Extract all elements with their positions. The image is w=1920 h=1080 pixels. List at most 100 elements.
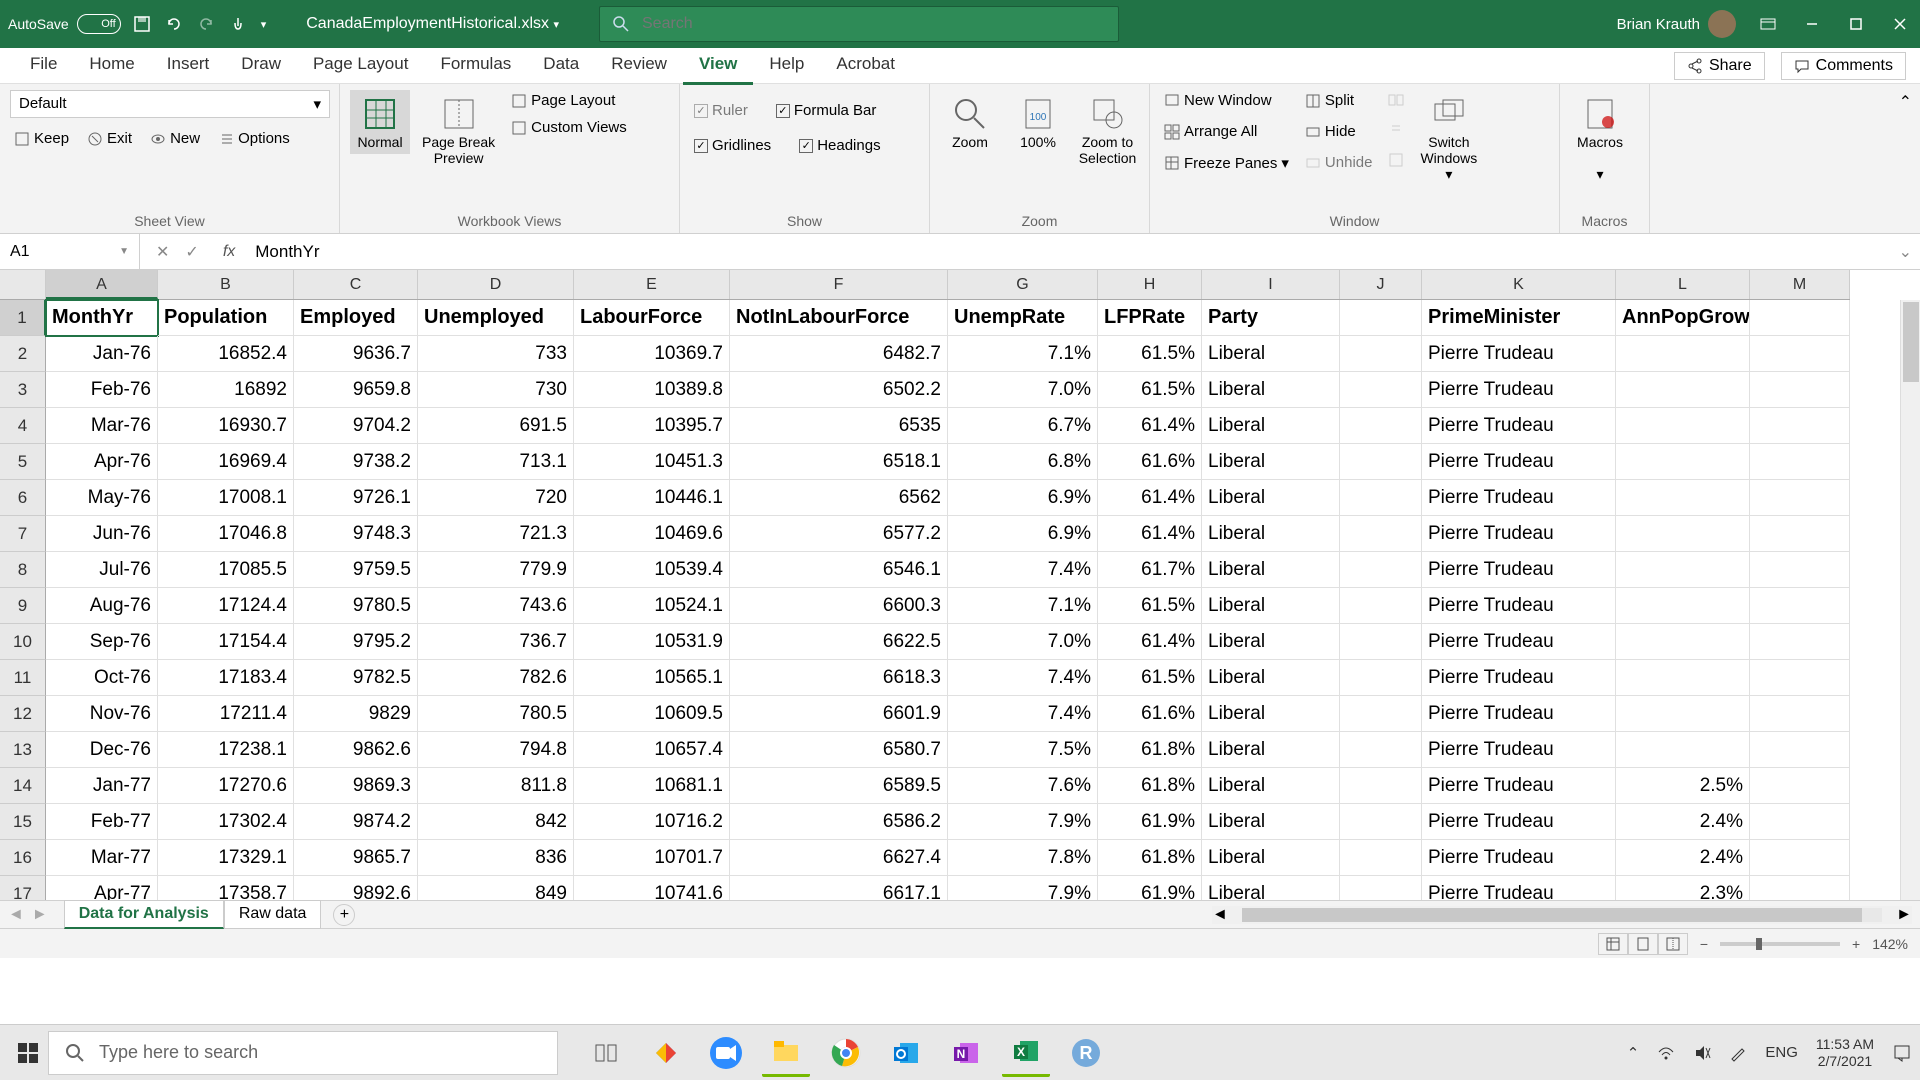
- prev-sheet-icon[interactable]: ◄: [8, 906, 24, 924]
- taskbar-search[interactable]: Type here to search: [48, 1031, 558, 1075]
- undo-icon[interactable]: [165, 15, 183, 33]
- column-header[interactable]: K: [1422, 270, 1616, 299]
- cell[interactable]: 720: [418, 480, 574, 516]
- freeze-panes-button[interactable]: Freeze Panes ▾: [1160, 152, 1293, 174]
- cell[interactable]: 6518.1: [730, 444, 948, 480]
- column-header[interactable]: H: [1098, 270, 1202, 299]
- cell[interactable]: 10395.7: [574, 408, 730, 444]
- cell[interactable]: 9874.2: [294, 804, 418, 840]
- cell[interactable]: 10701.7: [574, 840, 730, 876]
- sheet-view-dropdown[interactable]: Default▾: [10, 90, 330, 118]
- cell[interactable]: 9862.6: [294, 732, 418, 768]
- cell[interactable]: 730: [418, 372, 574, 408]
- chrome-icon[interactable]: [822, 1029, 870, 1077]
- cell[interactable]: Pierre Trudeau: [1422, 840, 1616, 876]
- cell[interactable]: 61.5%: [1098, 336, 1202, 372]
- collapse-ribbon-icon[interactable]: ⌃: [1899, 94, 1912, 111]
- cell[interactable]: Pierre Trudeau: [1422, 336, 1616, 372]
- cell[interactable]: Jul-76: [46, 552, 158, 588]
- cell[interactable]: [1340, 624, 1422, 660]
- cell[interactable]: 10609.5: [574, 696, 730, 732]
- cell[interactable]: 736.7: [418, 624, 574, 660]
- cell[interactable]: [1616, 516, 1750, 552]
- cell[interactable]: [1750, 444, 1850, 480]
- cell[interactable]: NotInLabourForce: [730, 300, 948, 336]
- cell[interactable]: 6589.5: [730, 768, 948, 804]
- column-header[interactable]: D: [418, 270, 574, 299]
- maximize-icon[interactable]: [1844, 12, 1868, 36]
- scroll-left-icon[interactable]: ◄: [1212, 906, 1228, 924]
- cell[interactable]: Pierre Trudeau: [1422, 480, 1616, 516]
- redo-icon[interactable]: [197, 15, 215, 33]
- cell[interactable]: [1750, 660, 1850, 696]
- touch-icon[interactable]: [229, 15, 247, 33]
- cell[interactable]: Pierre Trudeau: [1422, 876, 1616, 900]
- cell[interactable]: 61.4%: [1098, 516, 1202, 552]
- autosave-toggle[interactable]: AutoSave Off: [8, 14, 121, 34]
- cell[interactable]: 9865.7: [294, 840, 418, 876]
- cell[interactable]: 61.6%: [1098, 696, 1202, 732]
- formula-bar-checkbox[interactable]: ✓Formula Bar: [772, 100, 881, 121]
- search-box[interactable]: [599, 6, 1119, 42]
- cell[interactable]: 10531.9: [574, 624, 730, 660]
- cell[interactable]: 9892.6: [294, 876, 418, 900]
- cell[interactable]: 713.1: [418, 444, 574, 480]
- cell[interactable]: Mar-77: [46, 840, 158, 876]
- cell[interactable]: Jan-76: [46, 336, 158, 372]
- cell[interactable]: 6.8%: [948, 444, 1098, 480]
- cell[interactable]: 61.8%: [1098, 840, 1202, 876]
- cell[interactable]: 16969.4: [158, 444, 294, 480]
- cell[interactable]: 10657.4: [574, 732, 730, 768]
- cell[interactable]: 7.4%: [948, 552, 1098, 588]
- cell[interactable]: 10451.3: [574, 444, 730, 480]
- cell[interactable]: Pierre Trudeau: [1422, 804, 1616, 840]
- cell[interactable]: 6.9%: [948, 516, 1098, 552]
- cell[interactable]: [1616, 732, 1750, 768]
- search-input[interactable]: [642, 15, 1106, 33]
- tab-data[interactable]: Data: [527, 46, 595, 85]
- cell[interactable]: 6546.1: [730, 552, 948, 588]
- cell[interactable]: 6535: [730, 408, 948, 444]
- vertical-scrollbar[interactable]: [1900, 300, 1920, 900]
- cell[interactable]: 61.6%: [1098, 444, 1202, 480]
- cell[interactable]: 9704.2: [294, 408, 418, 444]
- save-icon[interactable]: [133, 15, 151, 33]
- cell[interactable]: Pierre Trudeau: [1422, 588, 1616, 624]
- cell[interactable]: [1616, 372, 1750, 408]
- page-layout-view-icon[interactable]: [1628, 933, 1658, 955]
- row-header[interactable]: 8: [0, 552, 46, 588]
- cell[interactable]: 17008.1: [158, 480, 294, 516]
- cell[interactable]: Apr-76: [46, 444, 158, 480]
- notifications-icon[interactable]: [1892, 1043, 1912, 1063]
- page-break-button[interactable]: Page Break Preview: [418, 90, 499, 170]
- clock[interactable]: 11:53 AM 2/7/2021: [1816, 1036, 1874, 1070]
- cell[interactable]: Nov-76: [46, 696, 158, 732]
- cell[interactable]: Oct-76: [46, 660, 158, 696]
- cell[interactable]: [1340, 300, 1422, 336]
- cell[interactable]: AnnPopGrowth: [1616, 300, 1750, 336]
- cell[interactable]: 7.9%: [948, 876, 1098, 900]
- cell[interactable]: 7.4%: [948, 696, 1098, 732]
- cell[interactable]: Liberal: [1202, 768, 1340, 804]
- cell[interactable]: 6502.2: [730, 372, 948, 408]
- cell[interactable]: 10446.1: [574, 480, 730, 516]
- tab-review[interactable]: Review: [595, 46, 683, 85]
- cell[interactable]: 10565.1: [574, 660, 730, 696]
- cell[interactable]: [1616, 480, 1750, 516]
- cell[interactable]: 7.8%: [948, 840, 1098, 876]
- cell[interactable]: [1750, 372, 1850, 408]
- row-header[interactable]: 15: [0, 804, 46, 840]
- cell[interactable]: [1340, 588, 1422, 624]
- cell[interactable]: 6482.7: [730, 336, 948, 372]
- cell[interactable]: 9748.3: [294, 516, 418, 552]
- cell[interactable]: 2.5%: [1616, 768, 1750, 804]
- column-header[interactable]: I: [1202, 270, 1340, 299]
- cell[interactable]: 17183.4: [158, 660, 294, 696]
- cell[interactable]: [1750, 696, 1850, 732]
- cell[interactable]: Liberal: [1202, 840, 1340, 876]
- outlook-icon[interactable]: [882, 1029, 930, 1077]
- pen-icon[interactable]: [1729, 1044, 1747, 1062]
- cell[interactable]: 17085.5: [158, 552, 294, 588]
- name-box[interactable]: A1▼: [0, 234, 140, 269]
- row-header[interactable]: 5: [0, 444, 46, 480]
